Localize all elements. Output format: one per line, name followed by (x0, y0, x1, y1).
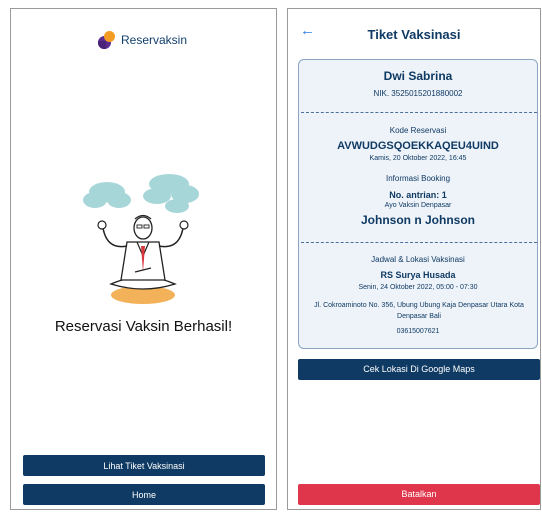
patient-nik: NIK. 3525015201880002 (373, 89, 463, 98)
cancel-button[interactable]: Batalkan (298, 484, 540, 505)
meditating-man-illustration (83, 174, 199, 304)
app-bar: ← Tiket Vaksinasi (288, 9, 540, 53)
ticket-card: Dwi Sabrina NIK. 3525015201880002 Kode R… (298, 59, 538, 349)
page-title: Tiket Vaksinasi (367, 27, 461, 42)
booking-info-label: Informasi Booking (385, 174, 451, 183)
success-screen: Reservaksin Reservasi Vaksin Berhasil! L… (10, 8, 277, 510)
divider (301, 112, 537, 113)
vaccine-name: Johnson n Johnson (361, 213, 475, 227)
queue-number: No. antrian: 1 (389, 190, 447, 200)
location-name: RS Surya Husada (380, 270, 456, 280)
location-address: Jl. Cokroaminoto No. 356, Ubung Ubung Ka… (314, 302, 524, 320)
reservation-code-label: Kode Reservasi (389, 126, 447, 135)
vaccination-program: Ayo Vaksin Denpasar (384, 202, 452, 209)
success-title: Reservasi Vaksin Berhasil! (54, 318, 233, 335)
patient-name: Dwi Sabrina (383, 69, 453, 83)
location-phone: 03615007621 (396, 328, 440, 335)
reservation-code: AVWUDGSQOEKKAQEU4UIND (337, 140, 499, 152)
google-maps-button[interactable]: Cek Lokasi Di Google Maps (298, 359, 540, 380)
view-ticket-button[interactable]: Lihat Tiket Vaksinasi (23, 455, 265, 476)
home-button[interactable]: Home (23, 484, 265, 505)
app-logo: Reservaksin (98, 31, 187, 49)
schedule-datetime: Senin, 24 Oktober 2022, 05:00 - 07:30 (358, 284, 478, 291)
divider (301, 242, 537, 243)
schedule-label: Jadwal & Lokasi Vaksinasi (371, 255, 465, 264)
reservation-datetime: Kamis, 20 Oktober 2022, 16:45 (369, 155, 467, 162)
brand-name: Reservaksin (121, 33, 188, 47)
reservaksin-logo-icon (98, 31, 116, 49)
ticket-screen: ← Tiket Vaksinasi Dwi Sabrina NIK. 35250… (287, 8, 541, 510)
